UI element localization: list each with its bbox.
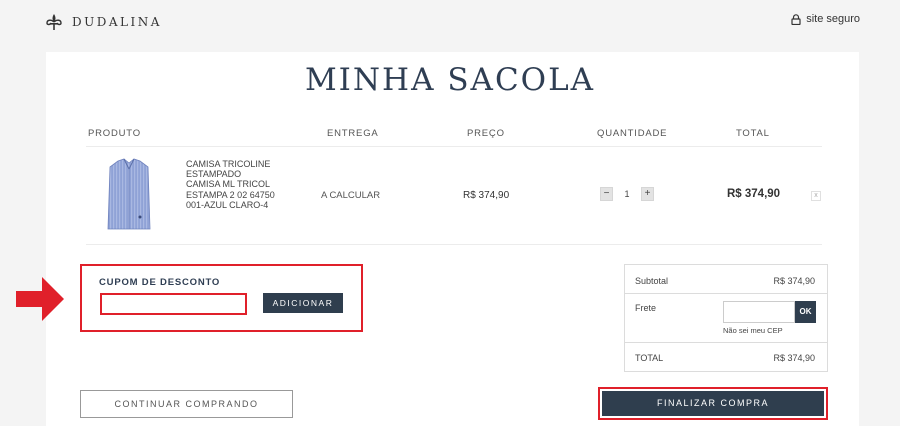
row-divider bbox=[86, 244, 822, 245]
fleur-de-lis-icon bbox=[46, 14, 62, 30]
page-title: MINHA SACOLA bbox=[304, 62, 596, 98]
cep-ok-button[interactable]: OK bbox=[795, 301, 816, 323]
column-header-price: PREÇO bbox=[467, 128, 505, 139]
continue-shopping-button[interactable]: CONTINUAR COMPRANDO bbox=[80, 390, 293, 418]
secure-label: site seguro bbox=[806, 13, 860, 25]
brand-logo[interactable]: DUDALINA bbox=[44, 12, 162, 32]
decrease-quantity-button[interactable]: − bbox=[600, 187, 613, 201]
row-total-value: R$ 374,90 bbox=[727, 188, 781, 200]
arrow-right-icon bbox=[16, 277, 64, 321]
column-header-delivery: ENTREGA bbox=[327, 128, 379, 139]
coupon-label: CUPOM DE DESCONTO bbox=[99, 277, 221, 288]
finalize-highlight: FINALIZAR COMPRA bbox=[598, 387, 828, 420]
summary-divider bbox=[625, 342, 827, 343]
unknown-cep-link[interactable]: Não sei meu CEP bbox=[723, 326, 783, 335]
subtotal-label: Subtotal bbox=[635, 276, 669, 286]
lock-icon bbox=[791, 13, 801, 25]
column-header-quantity: QUANTIDADE bbox=[597, 128, 668, 139]
quantity-stepper: − 1 + bbox=[600, 187, 654, 201]
finalize-purchase-button[interactable]: FINALIZAR COMPRA bbox=[602, 391, 824, 416]
price-value: R$ 374,90 bbox=[463, 190, 510, 201]
shipping-label: Frete bbox=[635, 303, 657, 313]
subtotal-value: R$ 374,90 bbox=[773, 276, 815, 286]
total-value: R$ 374,90 bbox=[773, 353, 815, 363]
secure-site-badge: site seguro bbox=[791, 13, 860, 25]
total-label: TOTAL bbox=[635, 353, 664, 363]
close-icon: x bbox=[814, 192, 818, 199]
summary-divider bbox=[625, 293, 827, 294]
quantity-value[interactable]: 1 bbox=[613, 187, 641, 201]
brand-name: DUDALINA bbox=[72, 15, 162, 29]
column-header-product: PRODUTO bbox=[88, 128, 141, 139]
shirt-icon[interactable] bbox=[104, 157, 154, 233]
add-coupon-button[interactable]: ADICIONAR bbox=[263, 293, 343, 313]
product-name[interactable]: CAMISA TRICOLINE ESTAMPADO CAMISA ML TRI… bbox=[186, 159, 276, 210]
cep-input[interactable] bbox=[723, 301, 795, 323]
header-divider bbox=[86, 146, 822, 147]
coupon-input[interactable] bbox=[100, 293, 247, 315]
column-header-total: TOTAL bbox=[736, 128, 770, 139]
order-summary: Subtotal R$ 374,90 Frete OK Não sei meu … bbox=[624, 264, 828, 372]
top-bar: DUDALINA site seguro bbox=[0, 0, 900, 44]
increase-quantity-button[interactable]: + bbox=[641, 187, 654, 201]
remove-item-button[interactable]: x bbox=[811, 191, 821, 201]
delivery-value: A CALCULAR bbox=[321, 190, 381, 201]
